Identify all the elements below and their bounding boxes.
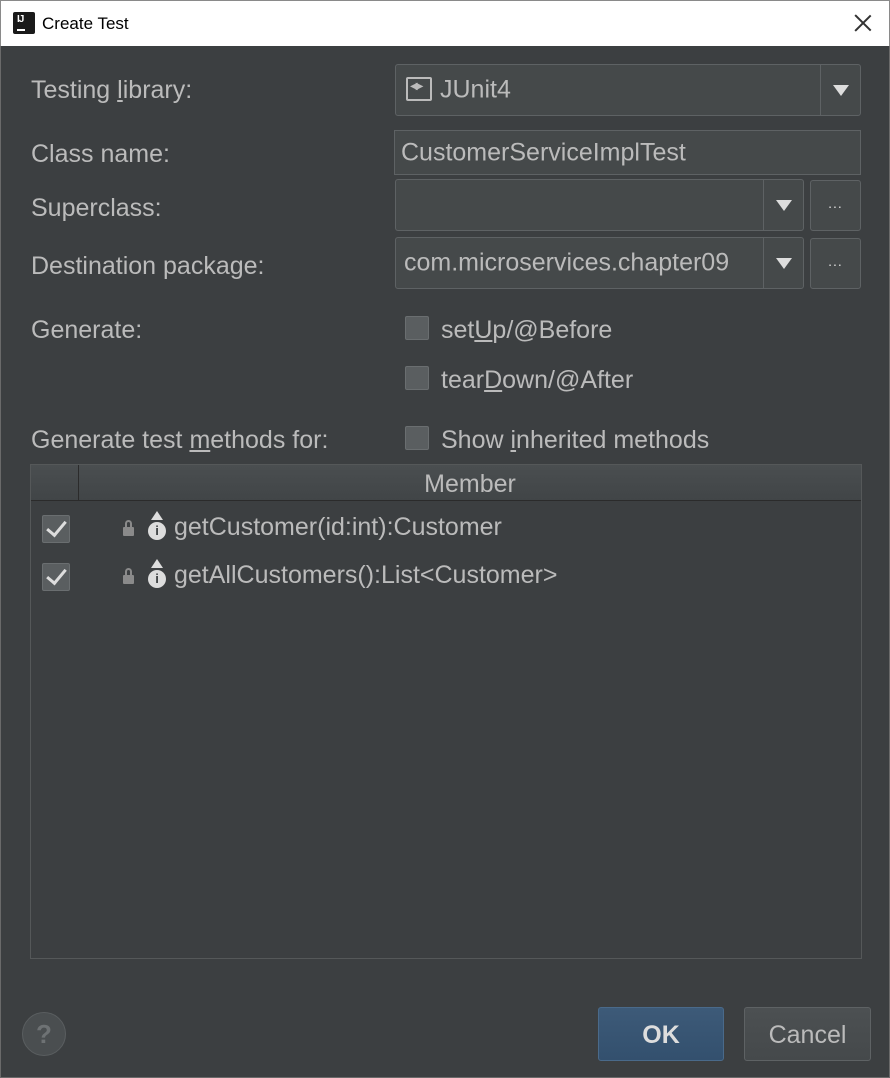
lock-icon [123,568,137,584]
header-member[interactable]: Member [79,465,861,501]
member-table: Member i getCustomer(id:int):Customer i … [30,464,862,959]
testing-library-label: Testing library: [31,76,193,104]
class-name-value: CustomerServiceImplTest [401,138,686,166]
cancel-button[interactable]: Cancel [744,1007,871,1061]
window-title: Create Test [42,14,129,33]
superclass-combo[interactable] [395,179,804,231]
row-checkbox[interactable] [42,515,70,543]
chevron-down-icon[interactable] [820,65,860,115]
destination-package-combo[interactable]: com.microservices.chapter09 [395,237,804,289]
title-bar: IJ Create Test [0,0,890,46]
chevron-down-icon[interactable] [763,238,803,288]
destination-package-label: Destination package: [31,252,265,280]
teardown-label[interactable]: tearDown/@After [441,366,633,395]
header-checkbox-column[interactable] [31,465,79,501]
method-name: getAllCustomers():List<Customer> [174,561,558,589]
setup-checkbox[interactable] [405,316,429,340]
table-row[interactable]: i getCustomer(id:int):Customer [31,507,861,555]
method-icon: i [147,559,167,589]
chevron-down-icon[interactable] [763,180,803,230]
generate-label: Generate: [31,316,143,344]
create-test-dialog: Testing library: JUnit4 Class name: Cust… [0,46,890,1078]
row-checkbox[interactable] [42,563,70,591]
setup-label[interactable]: setUp/@Before [441,316,612,345]
intellij-app-icon: IJ [13,12,35,34]
class-name-label: Class name: [31,140,170,168]
show-inherited-label[interactable]: Show inherited methods [441,426,709,455]
app-icon-text: IJ [17,14,24,25]
testing-library-value: JUnit4 [440,75,511,104]
class-name-field[interactable]: CustomerServiceImplTest [394,130,861,175]
teardown-checkbox[interactable] [405,366,429,390]
ok-button[interactable]: OK [598,1007,724,1061]
destination-package-browse-button[interactable]: ... [810,238,861,289]
show-inherited-checkbox[interactable] [405,426,429,450]
destination-package-value: com.microservices.chapter09 [404,248,730,277]
table-header: Member [31,465,861,501]
superclass-browse-button[interactable]: ... [810,180,861,231]
table-row[interactable]: i getAllCustomers():List<Customer> [31,555,861,603]
close-icon[interactable] [851,11,875,35]
lock-icon [123,520,137,536]
help-button[interactable]: ? [22,1012,66,1056]
testing-library-select[interactable]: JUnit4 [395,64,861,116]
method-name: getCustomer(id:int):Customer [174,513,502,541]
superclass-label: Superclass: [31,194,162,222]
junit-icon [406,77,432,101]
generate-methods-label: Generate test methods for: [31,426,329,454]
method-icon: i [147,511,167,541]
